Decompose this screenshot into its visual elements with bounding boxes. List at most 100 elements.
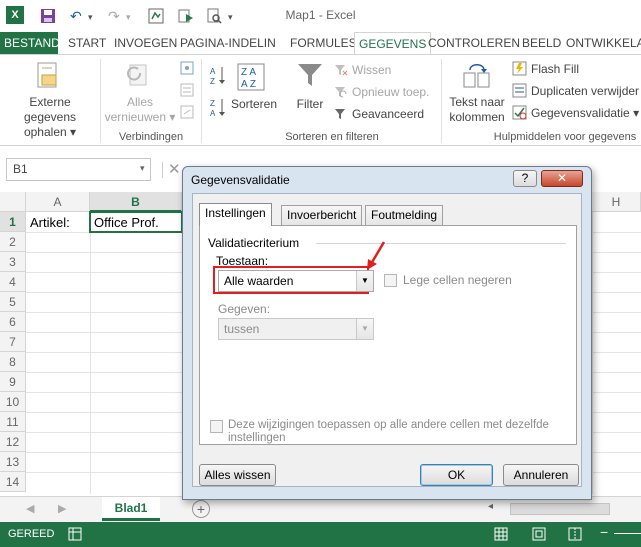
sort-za-icon[interactable]: ZA: [208, 97, 228, 120]
normal-view-icon[interactable]: [494, 527, 508, 544]
refresh-all-icon: [126, 61, 154, 92]
apply-all-label: Deze wijzigingen toepassen op alle ander…: [228, 419, 549, 444]
tab-pagina-indeling[interactable]: PAGINA-INDELIN: [176, 32, 280, 54]
ignore-blank-checkbox[interactable]: [384, 274, 397, 287]
row-header[interactable]: 8: [0, 352, 26, 372]
macro-record-icon[interactable]: [68, 527, 82, 544]
ignore-blank-label: Lege cellen negeren: [403, 273, 512, 287]
section-heading: Validatiecriterium: [208, 236, 300, 250]
cell-b1[interactable]: Office Prof.: [89, 211, 183, 233]
apply-all-checkbox[interactable]: [210, 420, 223, 433]
connections-icon[interactable]: [180, 61, 194, 78]
tab-controleren[interactable]: CONTROLEREN: [424, 32, 524, 54]
tab-start[interactable]: START: [64, 32, 110, 54]
hscroll-left-icon[interactable]: ◂: [488, 501, 502, 517]
row-header[interactable]: 9: [0, 372, 26, 392]
connections-group-label: Verbindingen: [118, 131, 184, 143]
row-header[interactable]: 10: [0, 392, 26, 412]
remove-duplicates-icon: [512, 83, 527, 101]
data-tools-group-label: Hulpmiddelen voor gegevens: [493, 131, 637, 143]
row-header[interactable]: 1: [0, 212, 26, 232]
svg-text:A Z: A Z: [241, 79, 256, 90]
name-box[interactable]: B1: [6, 158, 151, 181]
status-text: GEREED: [8, 528, 55, 540]
tab-bestand[interactable]: BESTAND: [0, 32, 60, 54]
row-header[interactable]: 6: [0, 312, 26, 332]
sort-button[interactable]: Sorteren: [228, 97, 280, 112]
reapply-filter-button[interactable]: Opnieuw toep.: [352, 85, 429, 100]
page-break-view-icon[interactable]: [568, 527, 582, 544]
close-icon[interactable]: ✕: [541, 170, 583, 187]
scroll-left-icon[interactable]: ◀: [26, 502, 34, 515]
clear-all-button[interactable]: Alles wissen: [199, 464, 276, 486]
data-validation-dialog: Gegevensvalidatie ? ✕ Instellingen Invoe…: [182, 166, 592, 500]
filter-button[interactable]: Filter: [288, 97, 332, 112]
sort-dialog-icon[interactable]: Z AA Z: [236, 63, 266, 94]
external-data-button[interactable]: Externe gegevens ophalen ▾: [2, 95, 98, 140]
sort-az-icon[interactable]: AZ: [208, 65, 228, 88]
advanced-filter-button[interactable]: Geavanceerd: [352, 107, 424, 122]
column-header-h[interactable]: H: [592, 192, 641, 212]
data-select[interactable]: tussen ▼: [218, 318, 374, 340]
cancel-entry-icon[interactable]: ✕: [168, 160, 181, 178]
row-header[interactable]: 13: [0, 452, 26, 472]
svg-text:A: A: [210, 67, 216, 76]
title-bar: X ↶ ▾ ↷ ▾ ▾ Map1 - Excel: [0, 0, 641, 32]
column-header-a[interactable]: A: [26, 192, 90, 212]
flash-fill-icon: [512, 61, 527, 79]
clear-filter-button[interactable]: Wissen: [352, 63, 391, 78]
tab-gegevens[interactable]: GEGEVENS: [354, 32, 432, 55]
svg-text:Z A: Z A: [241, 67, 256, 78]
status-bar: GEREED −: [0, 522, 641, 547]
help-button[interactable]: ?: [513, 170, 537, 187]
data-validation-button[interactable]: Gegevensvalidatie ▾: [531, 106, 639, 121]
row-header[interactable]: 5: [0, 292, 26, 312]
row-header[interactable]: 4: [0, 272, 26, 292]
tab-invoegen[interactable]: INVOEGEN: [110, 32, 181, 54]
sort-filter-group-label: Sorteren en filteren: [285, 131, 379, 143]
column-header-b[interactable]: B: [90, 192, 182, 212]
filter-icon: [296, 61, 324, 92]
tab-beeld[interactable]: BEELD: [518, 32, 565, 54]
tab-instellingen[interactable]: Instellingen: [199, 203, 272, 226]
edit-links-icon[interactable]: [180, 105, 194, 122]
tab-ontwikkelaars[interactable]: ONTWIKKELAA: [562, 32, 641, 54]
zoom-out-icon[interactable]: −: [600, 524, 608, 540]
tab-foutmelding[interactable]: Foutmelding: [365, 205, 444, 225]
text-to-columns-button[interactable]: Tekst naar kolommen: [442, 95, 512, 125]
name-box-dropdown-icon[interactable]: ▾: [140, 163, 145, 174]
clear-filter-icon: [334, 63, 348, 80]
tab-formules[interactable]: FORMULES: [286, 32, 361, 54]
sheet-tab-blad1[interactable]: Blad1: [102, 497, 160, 521]
tab-invoerbericht[interactable]: Invoerbericht: [281, 205, 363, 225]
cell-a1[interactable]: Artikel:: [30, 215, 70, 230]
select-all-corner[interactable]: [0, 192, 26, 212]
row-header[interactable]: 2: [0, 232, 26, 252]
window-title: Map1 - Excel: [285, 8, 356, 22]
properties-icon[interactable]: [180, 83, 194, 100]
refresh-all-button[interactable]: Alles vernieuwen ▾: [102, 95, 178, 125]
horizontal-scrollbar[interactable]: [510, 503, 610, 515]
flash-fill-button[interactable]: Flash Fill: [531, 62, 579, 77]
settings-panel: Validatiecriterium Toestaan: Alle waarde…: [199, 225, 577, 445]
scroll-right-icon[interactable]: ▶: [58, 502, 66, 515]
external-data-icon: [34, 61, 62, 92]
row-header[interactable]: 12: [0, 432, 26, 452]
svg-text:A: A: [210, 109, 216, 117]
allow-select[interactable]: Alle waarden ▼: [218, 270, 374, 292]
chevron-down-icon[interactable]: ▼: [356, 271, 373, 291]
ribbon: Externe gegevens ophalen ▾ Alles vernieu…: [0, 54, 641, 146]
page-layout-view-icon[interactable]: [532, 527, 546, 544]
row-header[interactable]: 3: [0, 252, 26, 272]
row-header[interactable]: 7: [0, 332, 26, 352]
cancel-button[interactable]: Annuleren: [503, 464, 579, 486]
row-header[interactable]: 11: [0, 412, 26, 432]
svg-text:Z: Z: [210, 99, 215, 108]
ok-button[interactable]: OK: [420, 464, 493, 486]
chevron-down-icon[interactable]: ▼: [356, 319, 373, 339]
remove-duplicates-button[interactable]: Duplicaten verwijder: [531, 84, 639, 99]
add-sheet-icon[interactable]: +: [192, 500, 210, 518]
red-arrow-annotation: [367, 241, 386, 270]
zoom-slider[interactable]: [614, 533, 641, 534]
row-header[interactable]: 14: [0, 472, 26, 492]
